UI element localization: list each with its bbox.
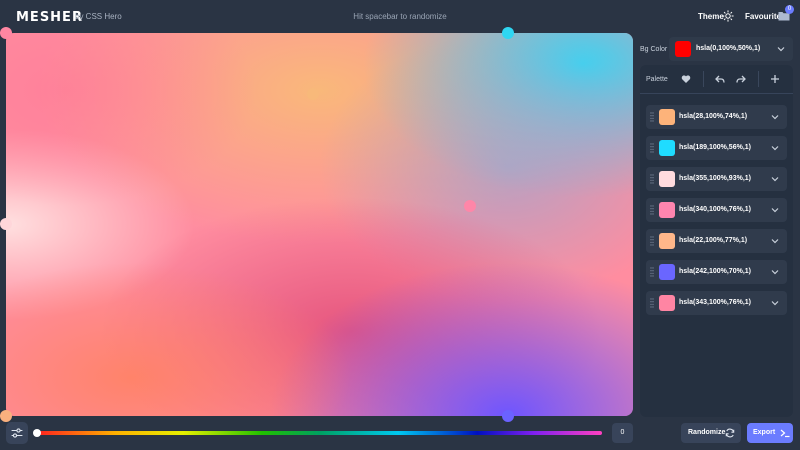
chevron-down-icon[interactable] — [777, 46, 785, 52]
color-swatch[interactable] — [659, 171, 675, 187]
gradient-layer — [6, 33, 633, 416]
color-value: hsla(340,100%,76%,1) — [679, 206, 751, 213]
chevron-down-icon[interactable] — [771, 176, 779, 182]
handle-center-top[interactable] — [307, 88, 319, 100]
palette-color-item[interactable]: hsla(355,100%,93%,1) — [646, 167, 787, 191]
plus-icon[interactable] — [770, 74, 780, 84]
undo-icon[interactable] — [715, 74, 725, 84]
chevron-down-icon[interactable] — [771, 207, 779, 213]
palette-label: Palette — [646, 76, 668, 83]
sliders-icon — [11, 428, 23, 438]
mesh-gradient-canvas[interactable] — [6, 33, 633, 416]
hue-slider-track[interactable] — [36, 431, 602, 435]
drag-handle-icon[interactable] — [650, 174, 654, 184]
color-swatch[interactable] — [659, 264, 675, 280]
theme-toggle-label[interactable]: Theme — [698, 12, 724, 21]
chevron-down-icon[interactable] — [771, 145, 779, 151]
drag-handle-icon[interactable] — [650, 267, 654, 277]
bg-color-swatch[interactable] — [675, 41, 691, 57]
sidebar: Bg Color hsla(0,100%,50%,1) Palette hsla… — [640, 37, 793, 417]
color-value: hsla(343,100%,76%,1) — [679, 299, 751, 306]
color-value: hsla(189,100%,56%,1) — [679, 144, 751, 151]
palette-color-item[interactable]: hsla(340,100%,76%,1) — [646, 198, 787, 222]
handle-center-right[interactable] — [464, 200, 476, 212]
drag-handle-icon[interactable] — [650, 112, 654, 122]
sun-icon[interactable] — [722, 10, 734, 22]
hue-slider-value[interactable]: 0 — [612, 423, 633, 443]
drag-handle-icon[interactable] — [650, 236, 654, 246]
settings-button[interactable] — [6, 422, 28, 444]
color-swatch[interactable] — [659, 233, 675, 249]
handle-top-mid[interactable] — [502, 27, 514, 39]
handle-bottom-left[interactable] — [0, 410, 12, 422]
redo-icon[interactable] — [736, 74, 746, 84]
export-button-label: Export — [753, 429, 776, 436]
chevron-down-icon[interactable] — [771, 238, 779, 244]
palette-header: Palette — [640, 65, 793, 94]
handle-bottom-mid[interactable] — [502, 410, 514, 422]
color-swatch[interactable] — [659, 202, 675, 218]
drag-handle-icon[interactable] — [650, 143, 654, 153]
chevron-down-icon[interactable] — [771, 114, 779, 120]
top-bar: MESHER by CSS Hero Hit spacebar to rando… — [0, 0, 800, 32]
export-button[interactable]: Export — [747, 423, 793, 443]
bg-color-select[interactable]: hsla(0,100%,50%,1) — [669, 37, 793, 61]
refresh-icon — [725, 428, 735, 438]
heart-icon[interactable] — [681, 74, 691, 84]
palette-color-item[interactable]: hsla(189,100%,56%,1) — [646, 136, 787, 160]
divider — [758, 71, 759, 87]
palette-color-item[interactable]: hsla(28,100%,74%,1) — [646, 105, 787, 129]
palette-color-item[interactable]: hsla(343,100%,76%,1) — [646, 291, 787, 315]
palette-color-item[interactable]: hsla(22,100%,77%,1) — [646, 229, 787, 253]
color-swatch[interactable] — [659, 140, 675, 156]
divider — [703, 71, 704, 87]
color-value: hsla(355,100%,93%,1) — [679, 175, 751, 182]
drag-handle-icon[interactable] — [650, 205, 654, 215]
color-value: hsla(22,100%,77%,1) — [679, 237, 748, 244]
randomize-hint: Hit spacebar to randomize — [353, 12, 447, 21]
bg-color-value: hsla(0,100%,50%,1) — [696, 45, 761, 52]
hue-slider-knob[interactable] — [33, 429, 41, 437]
color-swatch[interactable] — [659, 109, 675, 125]
drag-handle-icon[interactable] — [650, 298, 654, 308]
color-swatch[interactable] — [659, 295, 675, 311]
favourites-count-badge: 0 — [785, 5, 794, 14]
bg-color-row: Bg Color hsla(0,100%,50%,1) — [640, 37, 793, 63]
bg-color-label: Bg Color — [640, 46, 668, 53]
palette-panel: Palette hsla(28,100%,74%,1) hsla(189,100… — [640, 65, 793, 417]
randomize-button-label: Randomize — [688, 429, 726, 436]
handle-top-left[interactable] — [0, 27, 12, 39]
chevron-down-icon[interactable] — [771, 300, 779, 306]
terminal-icon — [780, 429, 790, 438]
chevron-down-icon[interactable] — [771, 269, 779, 275]
color-value: hsla(28,100%,74%,1) — [679, 113, 748, 120]
handle-left-mid[interactable] — [0, 218, 12, 230]
randomize-button[interactable]: Randomize — [681, 423, 741, 443]
palette-color-item[interactable]: hsla(242,100%,70%,1) — [646, 260, 787, 284]
color-value: hsla(242,100%,70%,1) — [679, 268, 751, 275]
